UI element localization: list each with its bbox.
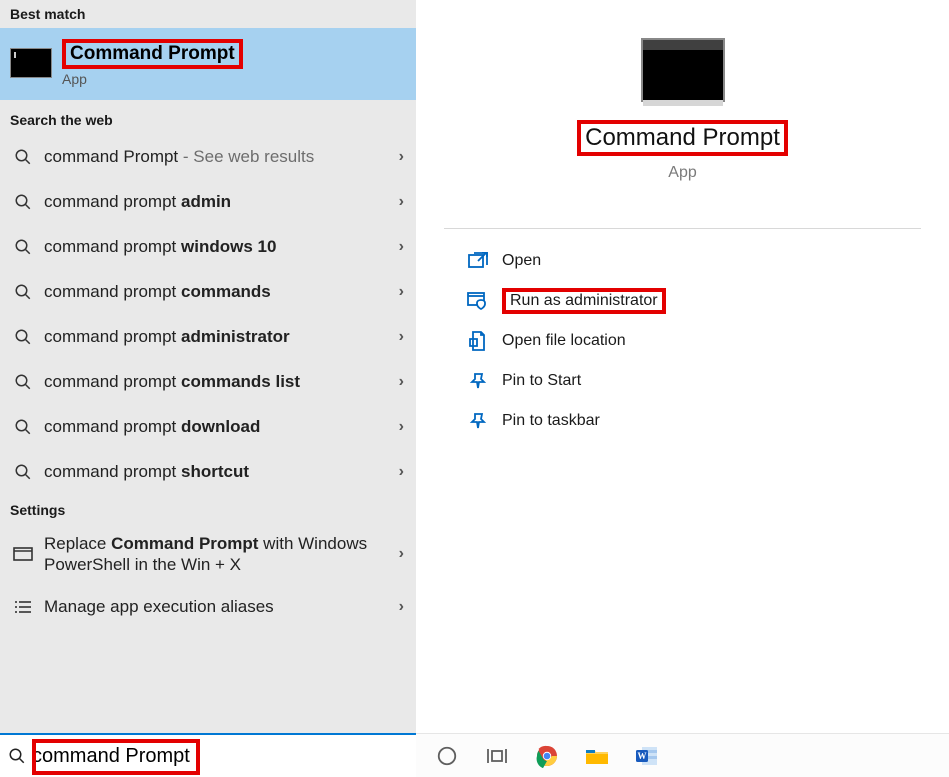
details-panel: Command Prompt App Open Run as administra… xyxy=(416,0,949,733)
details-title: Command Prompt xyxy=(577,120,788,156)
action-label: Pin to taskbar xyxy=(502,412,600,430)
web-results-list: command Prompt - See web results›command… xyxy=(0,134,416,494)
search-input[interactable] xyxy=(32,745,408,768)
web-result-label: command prompt shortcut xyxy=(44,461,386,482)
word-icon[interactable]: W xyxy=(634,743,660,769)
chevron-right-icon: › xyxy=(386,283,404,301)
pin-start-icon xyxy=(464,372,492,390)
svg-text:W: W xyxy=(638,751,647,761)
web-result[interactable]: command prompt download› xyxy=(0,404,416,449)
web-result-label: command Prompt - See web results xyxy=(44,146,386,167)
cortana-icon[interactable] xyxy=(434,743,460,769)
search-icon xyxy=(12,418,34,436)
web-result[interactable]: command prompt administrator› xyxy=(0,314,416,359)
settings-item-label: Replace Command Prompt with Windows Powe… xyxy=(44,533,386,576)
action-label: Open file location xyxy=(502,332,626,350)
open-icon xyxy=(464,252,492,270)
action-folder[interactable]: Open file location xyxy=(464,321,941,361)
web-result[interactable]: command Prompt - See web results› xyxy=(0,134,416,179)
web-result-label: command prompt commands xyxy=(44,281,386,302)
search-web-header: Search the web xyxy=(0,100,416,134)
web-result-label: command prompt download xyxy=(44,416,386,437)
search-bar[interactable] xyxy=(0,733,416,777)
chevron-right-icon: › xyxy=(386,598,404,616)
details-subtitle: App xyxy=(416,164,949,182)
search-icon xyxy=(8,747,26,765)
best-match-title: Command Prompt xyxy=(62,39,243,70)
web-result[interactable]: command prompt commands› xyxy=(0,269,416,314)
search-icon xyxy=(12,373,34,391)
chevron-right-icon: › xyxy=(386,545,404,563)
search-icon xyxy=(12,193,34,211)
chevron-right-icon: › xyxy=(386,193,404,211)
actions-list: Open Run as administrator Open file locati… xyxy=(416,237,949,441)
task-view-icon[interactable] xyxy=(484,743,510,769)
settings-item[interactable]: Replace Command Prompt with Windows Powe… xyxy=(0,524,416,584)
settings-item-label: Manage app execution aliases xyxy=(44,596,386,617)
search-icon xyxy=(12,148,34,166)
search-icon xyxy=(12,328,34,346)
web-result[interactable]: command prompt commands list› xyxy=(0,359,416,404)
web-result[interactable]: command prompt windows 10› xyxy=(0,224,416,269)
folder-icon xyxy=(464,331,492,351)
best-match-subtitle: App xyxy=(62,71,243,87)
window-icon xyxy=(12,547,34,561)
action-admin[interactable]: Run as administrator xyxy=(464,281,941,321)
search-icon xyxy=(12,463,34,481)
action-pin-taskbar[interactable]: Pin to taskbar xyxy=(464,401,941,441)
search-icon xyxy=(12,283,34,301)
chevron-right-icon: › xyxy=(386,463,404,481)
chrome-icon[interactable] xyxy=(534,743,560,769)
chevron-right-icon: › xyxy=(386,373,404,391)
chevron-right-icon: › xyxy=(386,328,404,346)
list-icon xyxy=(12,600,34,614)
settings-list: Replace Command Prompt with Windows Powe… xyxy=(0,524,416,629)
search-icon xyxy=(12,238,34,256)
settings-header: Settings xyxy=(0,494,416,524)
web-result-label: command prompt windows 10 xyxy=(44,236,386,257)
web-result-label: command prompt admin xyxy=(44,191,386,212)
file-explorer-icon[interactable] xyxy=(584,743,610,769)
action-open[interactable]: Open xyxy=(464,241,941,281)
web-result[interactable]: command prompt shortcut› xyxy=(0,449,416,494)
pin-taskbar-icon xyxy=(464,412,492,430)
command-prompt-large-icon xyxy=(641,38,725,102)
chevron-right-icon: › xyxy=(386,148,404,166)
command-prompt-icon xyxy=(10,48,52,78)
settings-item[interactable]: Manage app execution aliases› xyxy=(0,584,416,629)
action-label: Open xyxy=(502,252,541,270)
best-match-header: Best match xyxy=(0,0,416,28)
action-pin-start[interactable]: Pin to Start xyxy=(464,361,941,401)
action-label: Pin to Start xyxy=(502,372,581,390)
taskbar: W xyxy=(416,733,949,777)
admin-icon xyxy=(464,292,492,310)
chevron-right-icon: › xyxy=(386,418,404,436)
best-match-item[interactable]: Command Prompt App xyxy=(0,28,416,100)
web-result-label: command prompt administrator xyxy=(44,326,386,347)
web-result-label: command prompt commands list xyxy=(44,371,386,392)
action-label: Run as administrator xyxy=(502,288,666,314)
web-result[interactable]: command prompt admin› xyxy=(0,179,416,224)
search-results-panel: Best match Command Prompt App Search the… xyxy=(0,0,416,733)
divider xyxy=(444,228,921,229)
chevron-right-icon: › xyxy=(386,238,404,256)
